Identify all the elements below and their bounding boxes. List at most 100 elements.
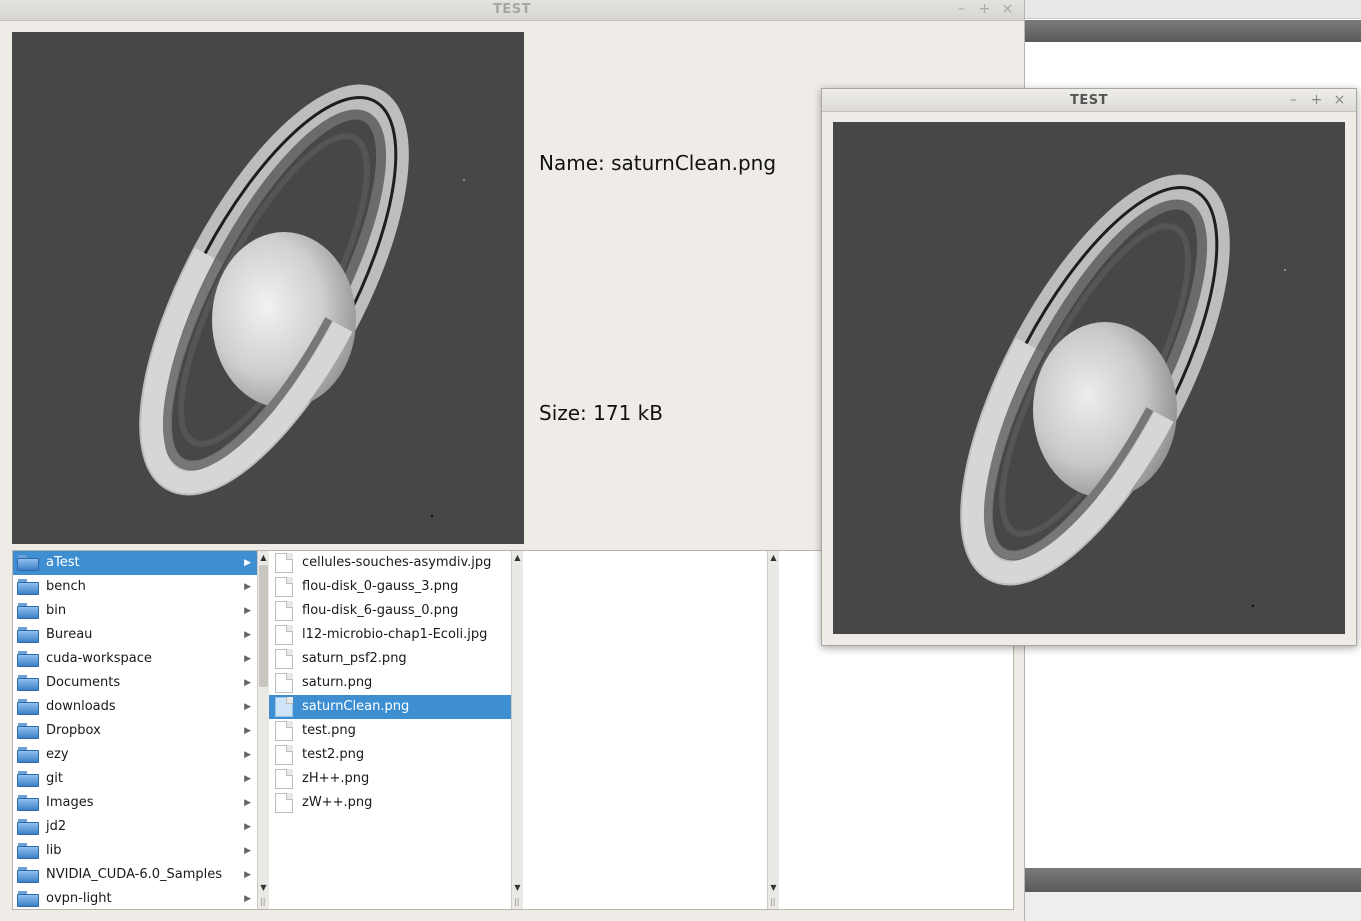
folder-icon [17, 795, 39, 811]
folder-item[interactable]: Documents ▶ [13, 671, 257, 695]
folder-item[interactable]: lib ▶ [13, 839, 257, 863]
file-item[interactable]: cellules-souches-asymdiv.jpg [269, 551, 511, 575]
scroll-up-arrow[interactable]: ▲ [768, 553, 779, 563]
folder-label: aTest [46, 555, 80, 570]
file-label: zH++.png [302, 771, 370, 786]
folder-item[interactable]: cuda-workspace ▶ [13, 647, 257, 671]
preview-window: TEST – + × [821, 88, 1357, 646]
chevron-right-icon: ▶ [244, 582, 251, 592]
file-icon [275, 601, 293, 621]
close-button[interactable]: × [1333, 92, 1346, 108]
file-icon [275, 697, 293, 717]
chevron-right-icon: ▶ [244, 654, 251, 664]
file-icon [275, 553, 293, 573]
folder-scrollbar[interactable]: ▲ ▼ || [257, 551, 269, 909]
file-item[interactable]: l12-microbio-chap1-Ecoli.jpg [269, 623, 511, 647]
file-name-label: Name: saturnClean.png [539, 151, 777, 175]
folder-item[interactable]: downloads ▶ [13, 695, 257, 719]
folder-item[interactable]: git ▶ [13, 767, 257, 791]
file-item[interactable]: test.png [269, 719, 511, 743]
chevron-right-icon: ▶ [244, 606, 251, 616]
file-item[interactable]: test2.png [269, 743, 511, 767]
folder-label: ovpn-light [46, 891, 112, 906]
preview-window-titlebar[interactable]: TEST – + × [822, 89, 1356, 112]
main-window-titlebar[interactable]: TEST – + × [0, 0, 1024, 21]
folder-label: Bureau [46, 627, 93, 642]
resize-grip[interactable]: || [260, 897, 265, 906]
scroll-down-arrow[interactable]: ▼ [768, 883, 779, 893]
file-item[interactable]: saturn_psf2.png [269, 647, 511, 671]
folder-item[interactable]: ovpn-light ▶ [13, 887, 257, 909]
folder-icon [17, 867, 39, 883]
empty-column-scrollbar[interactable]: ▲ ▼ || [767, 551, 779, 909]
file-item[interactable]: zH++.png [269, 767, 511, 791]
scroll-up-arrow[interactable]: ▲ [258, 553, 269, 563]
folder-icon [17, 651, 39, 667]
folder-label: git [46, 771, 63, 786]
file-label: saturn_psf2.png [302, 651, 407, 666]
folder-label: NVIDIA_CUDA-6.0_Samples [46, 867, 223, 882]
window-title: TEST [1070, 93, 1108, 108]
resize-grip[interactable]: || [770, 897, 775, 906]
folder-icon [17, 675, 39, 691]
chevron-right-icon: ▶ [244, 702, 251, 712]
scroll-thumb[interactable] [259, 565, 268, 687]
file-item[interactable]: saturnClean.png [269, 695, 511, 719]
folder-label: jd2 [46, 819, 67, 834]
background-window-toolbar [1025, 20, 1361, 42]
folder-item[interactable]: NVIDIA_CUDA-6.0_Samples ▶ [13, 863, 257, 887]
folder-item[interactable]: Images ▶ [13, 791, 257, 815]
file-label: flou-disk_0-gauss_3.png [302, 579, 459, 594]
file-item[interactable]: flou-disk_0-gauss_3.png [269, 575, 511, 599]
folder-item[interactable]: bench ▶ [13, 575, 257, 599]
scroll-down-arrow[interactable]: ▼ [512, 883, 523, 893]
background-window-titlebar [1025, 0, 1361, 19]
maximize-button[interactable]: + [1310, 92, 1323, 108]
folder-item[interactable]: bin ▶ [13, 599, 257, 623]
folder-item[interactable]: Bureau ▶ [13, 623, 257, 647]
file-item[interactable]: saturn.png [269, 671, 511, 695]
maximize-button[interactable]: + [978, 1, 991, 17]
folder-icon [17, 603, 39, 619]
image-preview [833, 122, 1345, 634]
folder-item[interactable]: Dropbox ▶ [13, 719, 257, 743]
scroll-down-arrow[interactable]: ▼ [258, 883, 269, 893]
folder-icon [17, 723, 39, 739]
scroll-up-arrow[interactable]: ▲ [512, 553, 523, 563]
folder-icon [17, 843, 39, 859]
file-label: test2.png [302, 747, 365, 762]
file-scrollbar[interactable]: ▲ ▼ || [511, 551, 523, 909]
folder-icon [17, 891, 39, 907]
minimize-button[interactable]: – [955, 1, 968, 17]
folder-label: bench [46, 579, 86, 594]
folder-icon [17, 819, 39, 835]
chevron-right-icon: ▶ [244, 822, 251, 832]
folder-item[interactable]: jd2 ▶ [13, 815, 257, 839]
file-icon [275, 673, 293, 693]
file-icon [275, 649, 293, 669]
file-item[interactable]: zW++.png [269, 791, 511, 815]
folder-column: aTest ▶ bench ▶ bin ▶ Bureau ▶ cuda-workspace ▶ Do… [13, 551, 257, 909]
file-column: cellules-souches-asymdiv.jpg flou-disk_0-… [269, 551, 511, 909]
window-title: TEST [493, 2, 531, 17]
resize-grip[interactable]: || [514, 897, 519, 906]
folder-item[interactable]: ezy ▶ [13, 743, 257, 767]
minimize-button[interactable]: – [1287, 92, 1300, 108]
file-size-label: Size: 171 kB [539, 401, 663, 425]
folder-icon [17, 627, 39, 643]
close-button[interactable]: × [1001, 1, 1014, 17]
background-window-footer [1025, 892, 1361, 921]
file-item[interactable]: flou-disk_6-gauss_0.png [269, 599, 511, 623]
file-label: saturnClean.png [302, 699, 410, 714]
file-icon [275, 745, 293, 765]
file-label: zW++.png [302, 795, 373, 810]
folder-item[interactable]: aTest ▶ [13, 551, 257, 575]
file-icon [275, 577, 293, 597]
file-label: test.png [302, 723, 356, 738]
chevron-right-icon: ▶ [244, 870, 251, 880]
file-icon [275, 769, 293, 789]
chevron-right-icon: ▶ [244, 774, 251, 784]
background-window-statusbar [1025, 868, 1361, 892]
file-label: saturn.png [302, 675, 373, 690]
file-icon [275, 721, 293, 741]
